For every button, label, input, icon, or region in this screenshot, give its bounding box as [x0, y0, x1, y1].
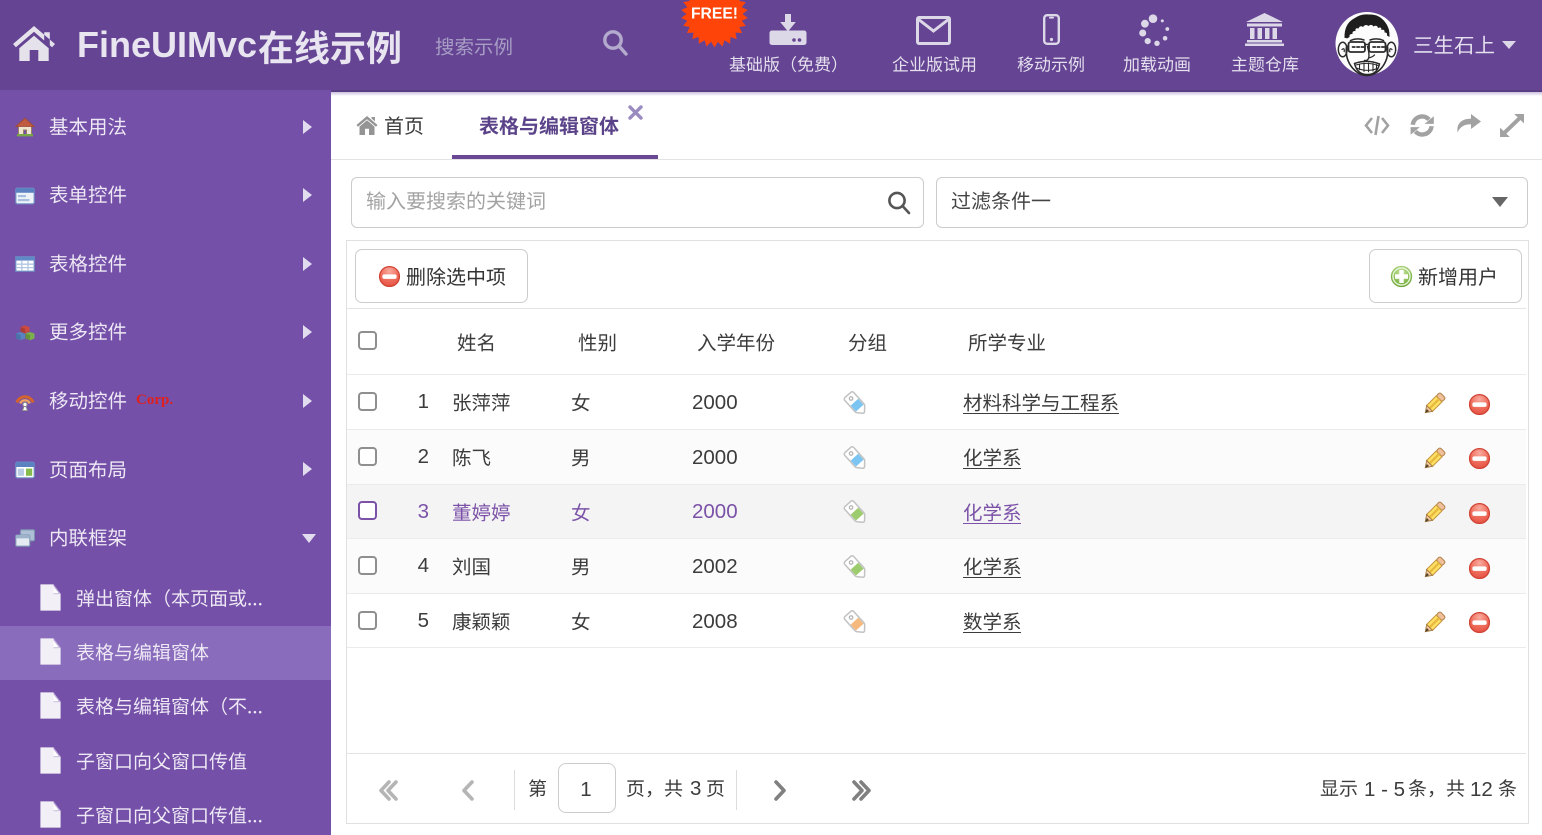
svg-text:FREE!: FREE!: [691, 5, 738, 22]
